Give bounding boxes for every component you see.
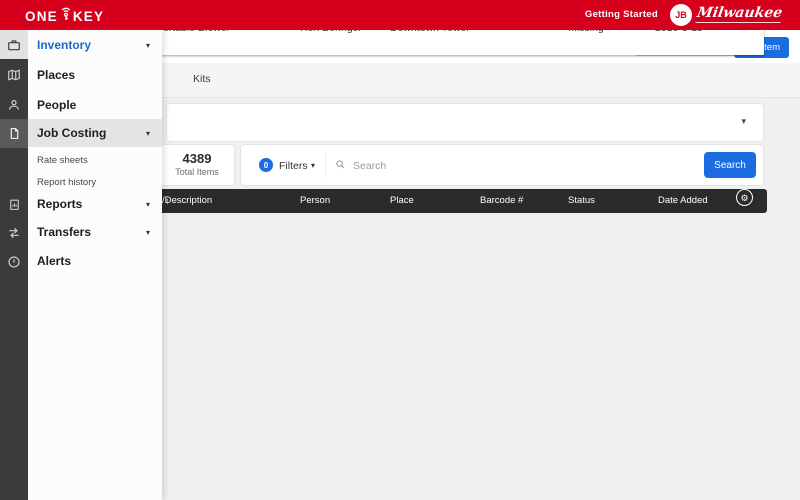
logo-text-one: ONE bbox=[25, 9, 58, 24]
filters-button[interactable]: Filters bbox=[279, 160, 308, 172]
menu-item-label: Reports bbox=[37, 197, 83, 211]
transfer-arrows-icon bbox=[9, 227, 19, 238]
nav-flyout-menu: Inventory ▾ Places People Job Costing ▾ … bbox=[28, 30, 162, 500]
sidebar-item-people[interactable] bbox=[0, 90, 28, 119]
name-header-label: /Description bbox=[162, 195, 213, 206]
milwaukee-logo: Milwaukee bbox=[695, 5, 784, 23]
sidebar-item-alerts[interactable] bbox=[0, 247, 28, 276]
search-button[interactable]: Search bbox=[704, 152, 756, 178]
sidebar-item-reports[interactable] bbox=[0, 190, 28, 219]
alert-circle-icon bbox=[8, 255, 20, 268]
divider bbox=[325, 153, 326, 177]
column-person[interactable]: Person bbox=[300, 189, 330, 213]
chevron-down-icon: ▾ bbox=[145, 40, 150, 50]
menu-item-inventory[interactable]: Inventory ▾ bbox=[28, 30, 162, 60]
chevron-down-icon: ▾ bbox=[145, 128, 150, 138]
tab-kits[interactable]: Kits bbox=[193, 73, 211, 85]
one-key-logo[interactable]: ONE KEY bbox=[25, 6, 104, 24]
menu-subitem-label: Rate sheets bbox=[37, 155, 88, 166]
total-items-count: 4389 bbox=[182, 151, 212, 166]
sidebar-item-transfers[interactable] bbox=[0, 218, 28, 247]
person-icon bbox=[9, 99, 19, 110]
menu-subitem-label: Report history bbox=[37, 177, 97, 188]
menu-item-label: Places bbox=[37, 68, 76, 82]
app-window: Download report Add item Kits ▾ 4389 Tot… bbox=[0, 0, 800, 500]
column-status[interactable]: Status bbox=[568, 189, 595, 213]
logo-text-key: KEY bbox=[72, 9, 105, 24]
sidebar-icon-rail bbox=[0, 30, 28, 500]
menu-item-label: People bbox=[37, 97, 77, 112]
menu-item-label: Transfers bbox=[37, 225, 92, 239]
chevron-down-icon: ▾ bbox=[145, 227, 150, 237]
filters-caret-icon[interactable]: ▾ bbox=[311, 161, 315, 170]
menu-item-places[interactable]: Places bbox=[28, 60, 162, 90]
menu-item-transfers[interactable]: Transfers ▾ bbox=[28, 218, 162, 246]
total-items-card: 4389 Total Items bbox=[159, 144, 235, 186]
table-settings-gear-icon[interactable]: ⚙ bbox=[736, 189, 753, 206]
top-app-bar: ONE KEY Getting Started JB Milwaukee bbox=[0, 0, 800, 30]
column-date-added[interactable]: Date Added bbox=[658, 189, 708, 213]
search-input[interactable] bbox=[351, 154, 685, 178]
menu-item-job-costing[interactable]: Job Costing ▾ bbox=[28, 119, 162, 147]
sidebar-item-job-costing[interactable] bbox=[0, 119, 28, 148]
report-chart-icon bbox=[9, 199, 19, 210]
menu-item-people[interactable]: People bbox=[28, 90, 162, 119]
sidebar-item-places[interactable] bbox=[0, 60, 28, 89]
column-barcode[interactable]: Barcode # bbox=[480, 189, 523, 213]
menu-item-reports[interactable]: Reports ▾ bbox=[28, 190, 162, 218]
document-icon bbox=[10, 128, 18, 139]
menu-item-rate-sheets[interactable]: Rate sheets bbox=[28, 150, 162, 171]
key-signal-icon bbox=[60, 6, 72, 24]
sidebar-item-inventory[interactable] bbox=[0, 30, 28, 59]
collapsed-filter-panel[interactable]: ▾ bbox=[166, 103, 764, 142]
search-filter-bar: 0 Filters ▾ Search bbox=[240, 144, 764, 186]
menu-item-label: Alerts bbox=[37, 254, 72, 268]
filters-count-badge: 0 bbox=[259, 158, 273, 172]
map-icon bbox=[8, 69, 20, 80]
menu-item-alerts[interactable]: Alerts bbox=[28, 247, 162, 275]
sort-ascending-icon: ↑ bbox=[165, 196, 170, 206]
panel-expand-caret[interactable]: ▾ bbox=[741, 116, 746, 127]
menu-item-label: Inventory bbox=[37, 38, 92, 52]
search-icon bbox=[336, 160, 345, 169]
table-header: /Description ↑ Person Place Barcode # Sta… bbox=[150, 189, 767, 213]
user-avatar[interactable]: JB bbox=[670, 4, 692, 26]
column-place[interactable]: Place bbox=[390, 189, 414, 213]
total-items-label: Total Items bbox=[175, 167, 219, 177]
toolbox-icon bbox=[8, 39, 20, 50]
getting-started-link[interactable]: Getting Started bbox=[585, 9, 658, 20]
menu-item-label: Job Costing bbox=[37, 126, 107, 140]
chevron-down-icon: ▾ bbox=[145, 199, 150, 209]
